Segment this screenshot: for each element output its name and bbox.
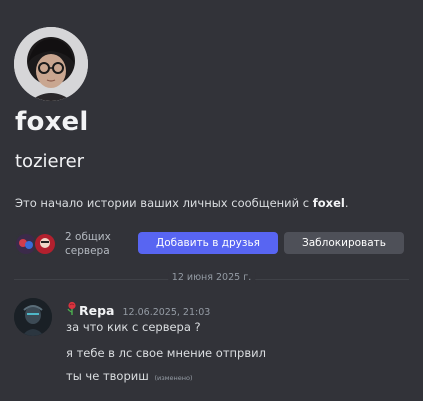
server-icon-2[interactable] — [33, 232, 57, 256]
intro-suffix: . — [344, 196, 349, 210]
message-author-name[interactable]: Repa — [79, 303, 115, 318]
message-line: за что кик с сервера ? — [66, 320, 201, 334]
message-line: я тебе в лс свое мнение отпрвил — [66, 346, 266, 360]
profile-avatar[interactable] — [14, 27, 88, 101]
message-header: Repa 12.06.2025, 21:03 — [66, 300, 210, 318]
message-timestamp: 12.06.2025, 21:03 — [122, 307, 211, 318]
intro-name: foxel — [312, 196, 345, 210]
message-author-avatar[interactable] — [14, 298, 52, 336]
dm-intro-text: Это начало истории ваших личных сообщени… — [15, 196, 349, 210]
date-divider-label: 12 июня 2025 г. — [167, 272, 256, 283]
date-divider: 12 июня 2025 г. — [14, 272, 409, 283]
profile-username: tozierer — [15, 151, 85, 172]
mutual-servers[interactable]: 2 общих сервера — [14, 229, 125, 259]
add-friend-button[interactable]: Добавить в друзья — [138, 232, 278, 254]
mutual-servers-label: 2 общих сервера — [65, 231, 111, 257]
message-line-text: ты че твориш — [66, 369, 149, 383]
rose-icon — [66, 300, 78, 315]
intro-prefix: Это начало истории ваших личных сообщени… — [15, 196, 313, 210]
block-button[interactable]: Заблокировать — [284, 232, 404, 254]
profile-display-name: foxel — [15, 107, 89, 137]
message-line: ты че твориш (изменено) — [66, 369, 193, 383]
edited-label: (изменено) — [154, 374, 193, 382]
